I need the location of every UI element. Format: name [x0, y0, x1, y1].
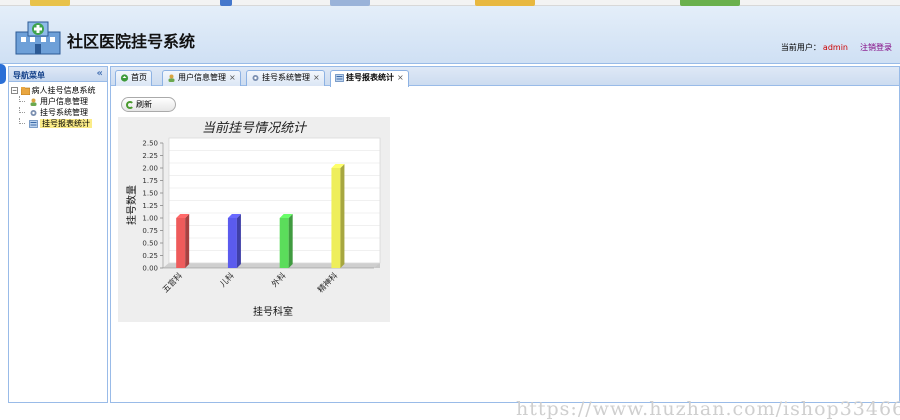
refresh-button[interactable]: 刷新: [121, 97, 176, 112]
y-tick-label: 2.50: [142, 140, 158, 148]
user-icon: [168, 74, 175, 82]
tab-label: 挂号报表统计: [346, 73, 394, 82]
watermark-text: https://www.huzhan.com/ishop33466: [516, 398, 900, 420]
sidebar-item-label: 挂号系统管理: [40, 108, 88, 117]
y-axis-label: 挂号数量: [125, 185, 138, 225]
sidebar-panel: 导航菜单 « − 病人挂号信息系统 用户信息管理 挂号系统管理 挂号报表统计: [8, 66, 108, 403]
gear-icon: [30, 109, 37, 116]
bar-chart: 当前挂号情况统计 0.00 0.25 0.50 0.75 1.00 1.25 1.50 1.75…: [125, 121, 381, 318]
plot-floor-top: [163, 263, 380, 268]
chart-container: 当前挂号情况统计 0.00 0.25 0.50 0.75 1.00 1.25 1.50 1.75…: [118, 117, 390, 322]
x-tick-label: 精神科: [315, 270, 339, 294]
y-tick-label: 2.00: [142, 165, 158, 173]
tab-label: 首页: [131, 73, 147, 82]
sidebar-item-label: 挂号报表统计: [40, 119, 92, 128]
y-tick-label: 0.25: [142, 252, 158, 260]
nav-tree: − 病人挂号信息系统 用户信息管理 挂号系统管理 挂号报表统计: [9, 82, 107, 129]
tab-register-manage[interactable]: 挂号系统管理 ×: [246, 70, 325, 86]
tab-home[interactable]: 首页: [115, 70, 152, 86]
y-tick-label: 1.75: [142, 177, 158, 185]
browser-side-badge-blue: [0, 64, 6, 84]
tree-root-label: 病人挂号信息系统: [31, 86, 96, 95]
close-icon[interactable]: ×: [397, 73, 404, 82]
tab-label: 用户信息管理: [178, 73, 226, 82]
y-tick-label: 0.00: [142, 265, 158, 273]
current-username: admin: [822, 43, 848, 52]
chart-title: 当前挂号情况统计: [202, 121, 308, 136]
refresh-label: 刷新: [136, 100, 152, 109]
bar: [279, 218, 289, 268]
app-title: 社区医院挂号系统: [67, 32, 196, 51]
bar-side: [185, 214, 190, 268]
sidebar-item-label: 用户信息管理: [40, 97, 88, 106]
tab-label: 挂号系统管理: [262, 73, 310, 82]
y-tick-label: 0.75: [142, 227, 158, 235]
double-chevron-left-icon[interactable]: «: [97, 68, 103, 79]
bar: [176, 218, 186, 268]
close-icon[interactable]: ×: [313, 73, 320, 82]
logout-link[interactable]: 注销登录: [860, 43, 892, 52]
y-tick-label: 0.50: [142, 240, 158, 248]
sidebar-item-user-manage[interactable]: 用户信息管理: [9, 96, 107, 107]
x-tick-label: 儿科: [217, 270, 235, 288]
report-icon: [335, 73, 344, 82]
y-tick-label: 1.00: [142, 215, 158, 223]
user-icon: [30, 98, 37, 106]
close-icon[interactable]: ×: [229, 73, 236, 82]
refresh-icon: [126, 101, 134, 109]
current-user-label: 当前用户：: [780, 43, 821, 52]
tab-user-manage[interactable]: 用户信息管理 ×: [162, 70, 241, 86]
tree-root[interactable]: − 病人挂号信息系统: [9, 85, 107, 96]
bar-side: [288, 214, 293, 268]
x-axis-label: 挂号科室: [253, 305, 293, 318]
x-tick-label: 五官科: [160, 270, 184, 294]
x-tick-label: 外科: [269, 270, 287, 288]
user-area: 当前用户： admin 注销登录: [781, 42, 892, 53]
folder-icon: [20, 86, 30, 95]
sidebar-header: 导航菜单 «: [9, 67, 107, 82]
y-tick-label: 2.25: [142, 152, 158, 160]
bar-side: [340, 164, 345, 268]
y-tick-label: 1.50: [142, 190, 158, 198]
bar: [331, 168, 341, 268]
hospital-logo-icon: [15, 21, 61, 55]
sidebar-title: 导航菜单: [13, 71, 45, 80]
main-panel: 首页 用户信息管理 × 挂号系统管理 × 挂号报表统计 × 刷新 当前挂号情况统计 0.…: [110, 66, 900, 420]
report-icon: [29, 119, 38, 128]
tab-register-report[interactable]: 挂号报表统计 ×: [330, 70, 409, 87]
tab-bar: 首页 用户信息管理 × 挂号系统管理 × 挂号报表统计 ×: [111, 67, 899, 87]
app-header: 社区医院挂号系统 当前用户： admin 注销登录: [0, 6, 900, 64]
bar: [227, 218, 237, 268]
home-icon: [120, 73, 129, 82]
y-tick-label: 1.25: [142, 202, 158, 210]
gear-icon: [252, 74, 259, 81]
bar-side: [236, 214, 241, 268]
sidebar-item-register-report[interactable]: 挂号报表统计: [9, 118, 107, 129]
collapse-toggle-icon[interactable]: −: [11, 87, 18, 94]
sidebar-item-register-manage[interactable]: 挂号系统管理: [9, 107, 107, 118]
